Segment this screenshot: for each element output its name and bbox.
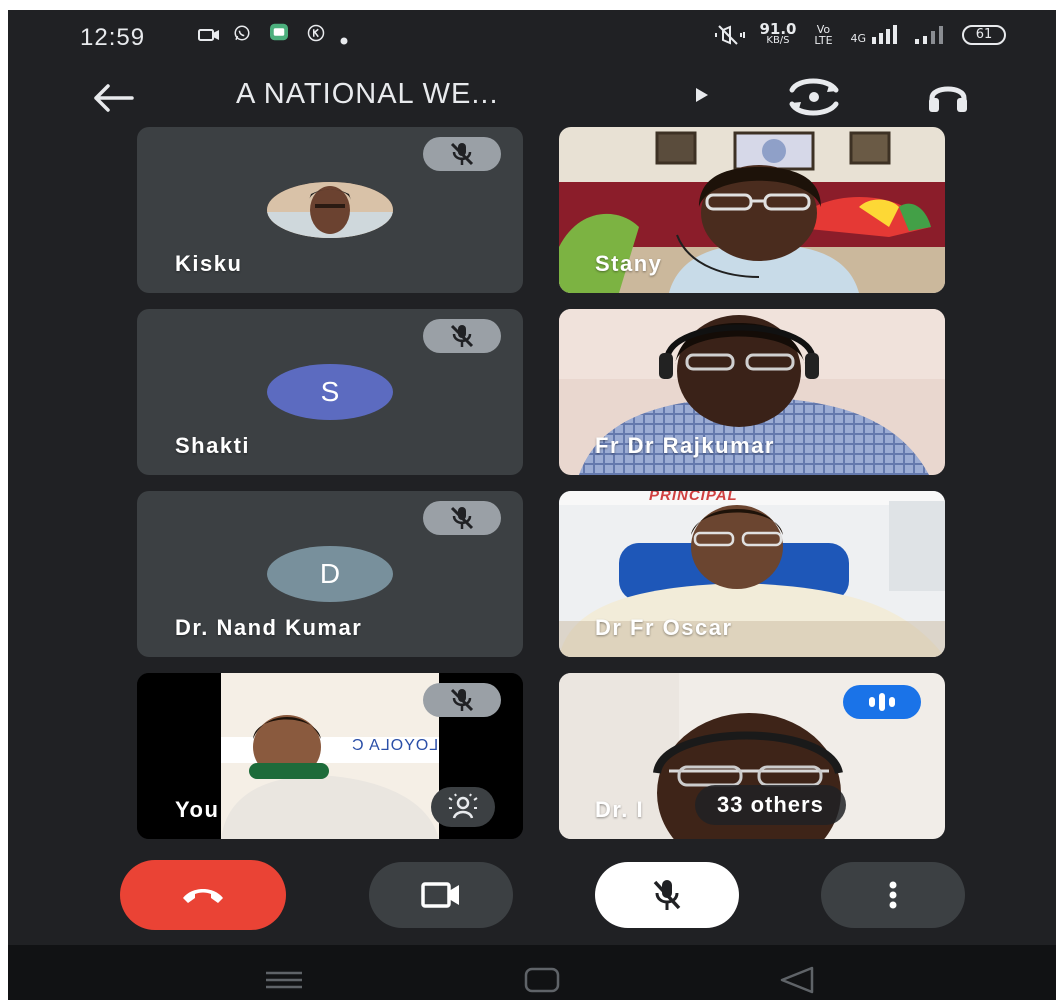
participant-tile-stany[interactable]: Stany xyxy=(559,127,945,293)
hang-up-phone-icon xyxy=(183,889,223,903)
recents-menu-icon[interactable] xyxy=(264,971,304,989)
others-count-chip[interactable]: 33 others xyxy=(695,785,846,825)
speaking-indicator xyxy=(843,685,921,719)
volte-indicator: Vo LTE xyxy=(814,23,833,47)
muted-indicator xyxy=(423,683,501,717)
participant-tile-dr-nand-kumar[interactable]: D Dr. Nand Kumar xyxy=(137,491,523,657)
net-type: 4G xyxy=(850,32,866,45)
muted-indicator xyxy=(423,319,501,353)
participant-name: Shakti xyxy=(175,433,251,458)
participant-tile-you[interactable]: LOYOLA C You xyxy=(137,673,523,839)
mute-vibrate-icon xyxy=(715,25,746,45)
status-time: 12:59 xyxy=(80,24,146,51)
meeting-top-bar: A NATIONAL WE... xyxy=(8,68,1056,128)
participant-tile-shakti[interactable]: S Shakti xyxy=(137,309,523,475)
meeting-title[interactable]: A NATIONAL WE... xyxy=(236,78,499,111)
switch-camera-icon[interactable] xyxy=(784,74,844,120)
more-options-button[interactable] xyxy=(821,862,965,928)
status-bar: 12:59 91.0 KB/S Vo LTE 4G 61 xyxy=(8,10,1056,58)
meet-call-screen: 12:59 91.0 KB/S Vo LTE 4G 61 A NATIONAL … xyxy=(8,10,1056,1000)
net-speed-unit: KB/S xyxy=(766,35,790,46)
participant-name: Stany xyxy=(595,251,663,276)
signal-strength-2-icon xyxy=(915,26,943,44)
signal-4g: 4G xyxy=(850,25,898,45)
home-icon[interactable] xyxy=(524,967,560,993)
participant-tile-kisku[interactable]: Kisku xyxy=(137,127,523,293)
more-notifications-dot-icon xyxy=(340,37,348,45)
participant-name: Fr Dr Rajkumar xyxy=(595,433,775,458)
signal-strength-icon xyxy=(872,25,897,44)
video-notification-icon xyxy=(198,29,219,41)
battery-indicator: 61 xyxy=(962,25,1006,45)
toggle-camera-button[interactable] xyxy=(369,862,513,928)
net-speed-value: 91.0 xyxy=(759,20,797,38)
toggle-mic-button[interactable] xyxy=(595,862,739,928)
audio-level-bar xyxy=(879,693,885,711)
audio-level-bar xyxy=(889,697,895,707)
audio-level-bar xyxy=(869,697,875,707)
meeting-details-arrow-icon[interactable] xyxy=(696,88,708,102)
avatar-photo xyxy=(267,182,393,238)
participant-tile-dr-fr-oscar[interactable]: PRINCIPAL Dr Fr Oscar xyxy=(559,491,945,657)
mic-off-icon xyxy=(450,506,474,530)
mic-off-icon xyxy=(450,142,474,166)
status-right-group: 91.0 KB/S Vo LTE 4G 61 xyxy=(715,20,1006,47)
participant-tile-fr-dr-rajkumar[interactable]: Fr Dr Rajkumar xyxy=(559,309,945,475)
muted-indicator xyxy=(423,137,501,171)
avatar-initial: D xyxy=(267,546,393,602)
end-call-button[interactable] xyxy=(120,860,286,930)
back-triangle-icon[interactable] xyxy=(778,965,814,995)
participant-tile-dr-i[interactable]: Dr. I 33 others xyxy=(559,673,945,839)
video-camera-icon xyxy=(421,882,459,908)
back-arrow-icon[interactable] xyxy=(88,78,136,118)
mic-off-icon xyxy=(450,324,474,348)
background-sign-text: PRINCIPAL xyxy=(649,491,738,504)
muted-indicator xyxy=(423,501,501,535)
participant-name: Dr. I xyxy=(595,797,645,822)
participant-name: Kisku xyxy=(175,251,243,276)
participant-name: Dr. Nand Kumar xyxy=(175,615,363,640)
k-app-icon xyxy=(307,24,325,42)
audio-output-headphones-icon[interactable] xyxy=(926,76,970,116)
chat-app-icon xyxy=(270,23,288,41)
mic-off-icon xyxy=(653,880,681,910)
mic-off-icon xyxy=(450,688,474,712)
net-speed: 91.0 KB/S xyxy=(759,20,797,47)
avatar-initial: S xyxy=(267,364,393,420)
whatsapp-icon xyxy=(234,25,250,41)
android-navigation-bar xyxy=(8,945,1056,1000)
background-effects-button[interactable] xyxy=(431,787,495,827)
more-vert-icon xyxy=(889,881,897,909)
background-banner-text: LOYOLA C xyxy=(351,737,439,754)
participant-name: Dr Fr Oscar xyxy=(595,615,733,640)
participant-name: You xyxy=(175,797,220,822)
effects-sparkle-icon xyxy=(448,793,478,819)
profile-photo-image xyxy=(267,182,393,238)
